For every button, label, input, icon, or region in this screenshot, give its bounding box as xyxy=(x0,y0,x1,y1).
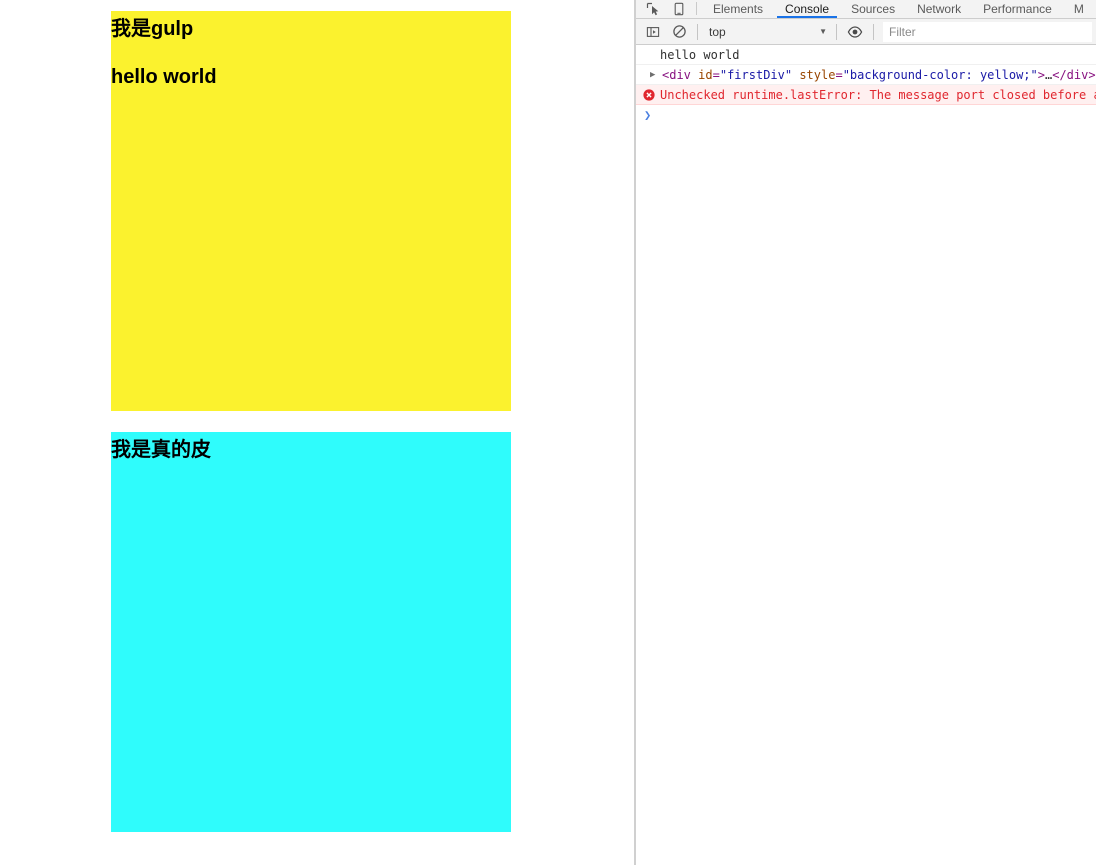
console-dom-row[interactable]: ▶ <div id="firstDiv" style="background-c… xyxy=(636,65,1096,85)
console-input[interactable] xyxy=(655,107,1096,123)
dom-token: = xyxy=(712,67,720,82)
rendered-page-pane: 我是gulp hello world 我是真的皮 xyxy=(0,0,635,865)
tab-elements[interactable]: Elements xyxy=(702,0,774,18)
inspect-element-icon[interactable] xyxy=(640,0,666,18)
expand-triangle-icon[interactable]: ▶ xyxy=(650,70,660,80)
console-error-row[interactable]: Unchecked runtime.lastError: The message… xyxy=(636,85,1096,105)
dom-token: > xyxy=(1037,67,1045,82)
toolbar-separator xyxy=(836,23,837,40)
tab-network[interactable]: Network xyxy=(906,0,972,18)
toolbar-separator xyxy=(873,23,874,40)
console-sidebar-icon[interactable] xyxy=(640,20,666,44)
toolbar-separator xyxy=(697,23,698,40)
dom-token: "background-color: yellow;" xyxy=(842,67,1038,82)
chevron-down-icon: ▼ xyxy=(819,26,827,36)
page-block-second-div: 我是真的皮 xyxy=(111,432,511,832)
dom-token: id xyxy=(698,67,713,82)
clear-console-icon[interactable] xyxy=(666,20,692,44)
tabbar-separator xyxy=(696,2,697,15)
dom-token: </div> xyxy=(1052,67,1096,82)
devtools-panel: Elements Console Sources Network Perform… xyxy=(636,0,1096,865)
page-heading-line: 我是真的皮 xyxy=(111,439,211,461)
console-message-list: hello world ▶ <div id="firstDiv" style="… xyxy=(636,45,1096,125)
page-heading-line: 我是gulp xyxy=(111,18,194,40)
dom-token: "firstDiv" xyxy=(719,67,793,82)
tab-sources[interactable]: Sources xyxy=(840,0,906,18)
console-log-text: hello world xyxy=(660,47,740,62)
devtools-tabbar: Elements Console Sources Network Perform… xyxy=(636,0,1096,19)
error-circle-icon xyxy=(643,88,655,101)
page-heading-line: hello world xyxy=(111,66,217,88)
prompt-chevron-icon: ❯ xyxy=(644,108,652,122)
dom-token: = xyxy=(835,67,843,82)
tab-memory[interactable]: M xyxy=(1063,0,1095,18)
console-prompt-row[interactable]: ❯ xyxy=(636,105,1096,125)
device-toolbar-icon[interactable] xyxy=(666,0,692,18)
execution-context-selector[interactable]: top ▼ xyxy=(703,22,831,42)
screenshot-root: 我是gulp hello world 我是真的皮 Elements Consol… xyxy=(0,0,1096,865)
console-error-text: Unchecked runtime.lastError: The message… xyxy=(660,87,1096,102)
console-filter-input[interactable] xyxy=(883,21,1092,42)
console-dom-markup: <div id="firstDiv" style="background-col… xyxy=(662,68,1096,82)
execution-context-label: top xyxy=(709,24,726,39)
console-toolbar: top ▼ xyxy=(636,19,1096,45)
dom-token: style xyxy=(799,67,836,82)
console-log-row[interactable]: hello world xyxy=(636,45,1096,65)
dom-token: div xyxy=(669,67,691,82)
live-expression-icon[interactable] xyxy=(842,20,868,44)
tab-console[interactable]: Console xyxy=(774,0,840,18)
tab-performance[interactable]: Performance xyxy=(972,0,1063,18)
page-block-first-div: 我是gulp hello world xyxy=(111,11,511,411)
